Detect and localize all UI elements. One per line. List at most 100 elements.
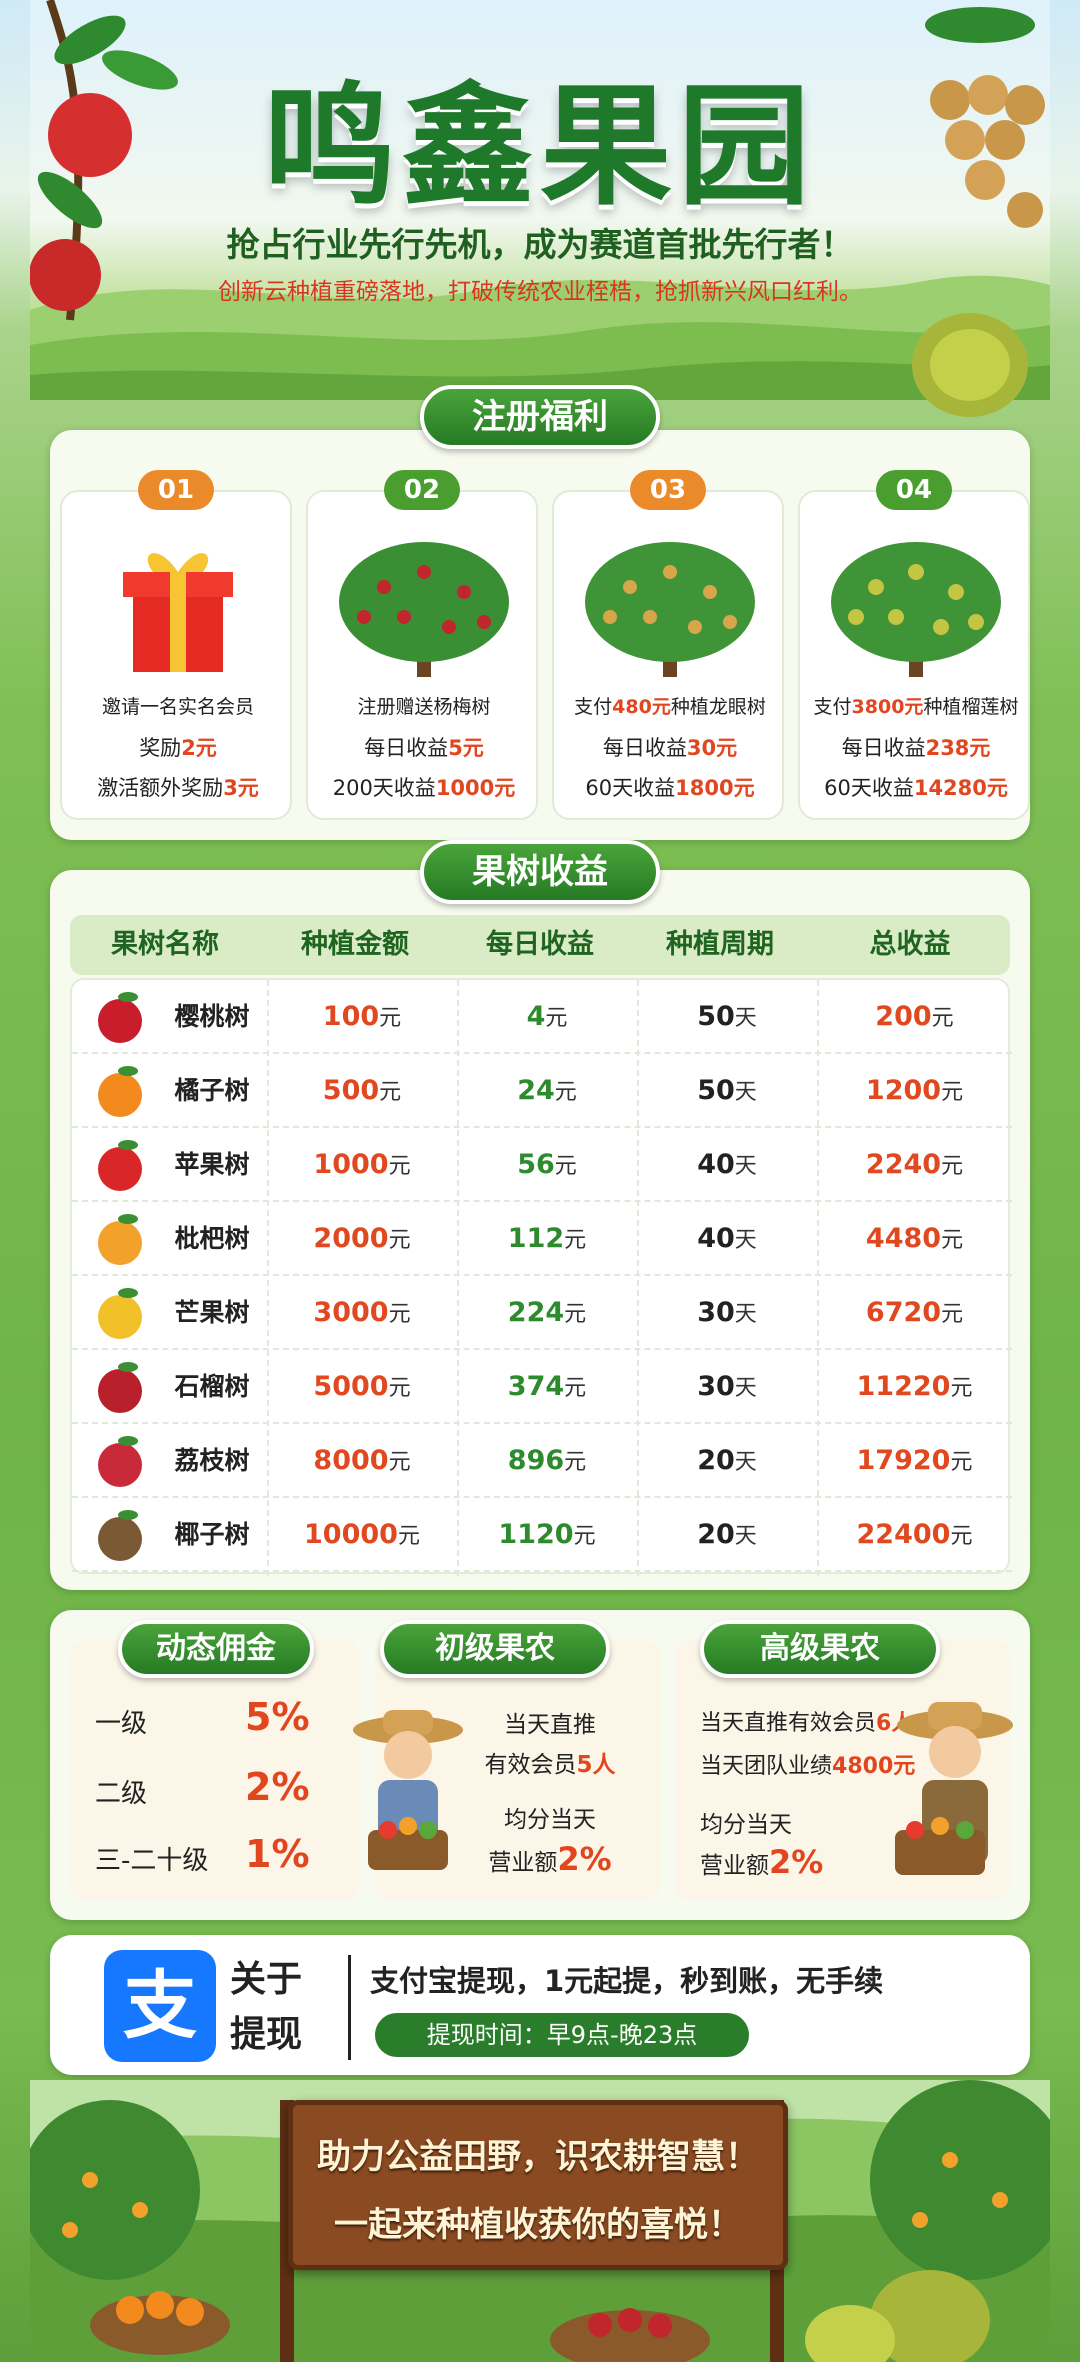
col-invest: 种植金额 xyxy=(301,929,409,960)
cycle-cell: 20天 xyxy=(697,1519,757,1550)
slogan-line-1: 助力公益田野，识农耕智慧！ xyxy=(317,2137,759,2177)
daily-cell: 1120元 xyxy=(498,1519,596,1550)
tree-name-cell: 荔枝树 xyxy=(174,1446,250,1475)
total-cell: 4480元 xyxy=(865,1223,964,1254)
total-cell: 17920元 xyxy=(856,1445,973,1476)
senior-title: 高级果农 xyxy=(700,1620,940,1678)
total-cell: 200元 xyxy=(875,1001,954,1032)
fruit-icon xyxy=(98,1436,142,1487)
daily-cell: 4元 xyxy=(526,1001,568,1032)
table-row: 芒果树 3000元 224元 30天 6720元 xyxy=(72,1276,1012,1350)
invest-cell: 10000元 xyxy=(304,1519,420,1550)
table-row: 橘子树 500元 24元 50天 1200元 xyxy=(72,1054,1012,1128)
fruit-icon xyxy=(98,1066,142,1117)
junior-line2: 有效会员5人 xyxy=(484,1752,616,1778)
tree-name-cell: 芒果树 xyxy=(174,1298,250,1327)
level1-label: 一级 xyxy=(95,1709,148,1739)
invest-cell: 8000元 xyxy=(313,1445,411,1476)
tree-name-cell: 苹果树 xyxy=(174,1150,250,1179)
junior-line3: 均分当天 xyxy=(504,1807,596,1833)
card1-number: 01 xyxy=(138,470,214,510)
tree-name-cell: 石榴树 xyxy=(174,1372,250,1401)
cycle-cell: 30天 xyxy=(697,1297,757,1328)
withdraw-label-2: 提现 xyxy=(230,2014,303,2055)
welfare-card-4: 支付3800元种植榴莲树 每日收益238元 60天收益14280元 xyxy=(798,490,1030,820)
welfare-card-1: 邀请一名实名会员 奖励2元 激活额外奖励3元 xyxy=(60,490,292,820)
table-row: 苹果树 1000元 56元 40天 2240元 xyxy=(72,1128,1012,1202)
cycle-cell: 50天 xyxy=(697,1075,757,1106)
card4-number: 04 xyxy=(876,470,952,510)
income-title: 果树收益 xyxy=(420,840,660,904)
fruit-icon xyxy=(98,1510,142,1561)
card1-line2: 奖励2元 xyxy=(139,736,217,760)
level3-value: 1% xyxy=(245,1832,310,1876)
card3-line2: 每日收益30元 xyxy=(602,736,738,760)
commission-title: 动态佣金 xyxy=(118,1620,314,1678)
slogan-line-2: 一起来种植收获你的喜悦！ xyxy=(334,2205,742,2245)
alipay-glyph: 支 xyxy=(123,1963,197,2049)
col-total: 总收益 xyxy=(869,929,951,960)
level2-value: 2% xyxy=(245,1765,310,1809)
daily-cell: 896元 xyxy=(507,1445,587,1476)
col-daily: 每日收益 xyxy=(486,929,594,960)
level1-value: 5% xyxy=(245,1695,310,1739)
col-name: 果树名称 xyxy=(111,929,219,960)
alipay-icon: 支 xyxy=(104,1950,216,2062)
invest-cell: 5000元 xyxy=(313,1371,411,1402)
junior-title: 初级果农 xyxy=(380,1620,610,1678)
tree-name-cell: 橘子树 xyxy=(174,1076,250,1105)
card1-line1: 邀请一名实名会员 xyxy=(101,696,254,718)
card2-number: 02 xyxy=(384,470,460,510)
cycle-cell: 40天 xyxy=(697,1149,757,1180)
card3-line3: 60天收益1800元 xyxy=(585,776,755,800)
income-table-body: 樱桃树 100元 4元 50天 200元 橘子树 500元 24元 50天 1200元 苹果树 100… xyxy=(70,978,1012,1576)
fruit-icon xyxy=(98,1288,142,1339)
daily-cell: 24元 xyxy=(517,1075,577,1106)
tree-name-cell: 椰子树 xyxy=(174,1520,250,1549)
fruit-icon xyxy=(98,992,142,1043)
level2-label: 二级 xyxy=(95,1779,148,1809)
cycle-cell: 30天 xyxy=(697,1371,757,1402)
bayberry-tree-icon xyxy=(339,542,509,677)
daily-cell: 374元 xyxy=(507,1371,587,1402)
income-table-header: 果树名称 种植金额 每日收益 种植周期 总收益 xyxy=(70,915,1010,975)
daily-cell: 224元 xyxy=(507,1297,587,1328)
card3-line1: 支付480元种植龙眼树 xyxy=(574,696,766,718)
cycle-cell: 40天 xyxy=(697,1223,757,1254)
senior-line1: 当天直推有效会员6人 xyxy=(700,1711,914,1736)
welfare-card-3: 支付480元种植龙眼树 每日收益30元 60天收益1800元 xyxy=(552,490,784,820)
cycle-cell: 50天 xyxy=(697,1001,757,1032)
gift-icon xyxy=(123,553,233,672)
total-cell: 2240元 xyxy=(865,1149,964,1180)
durian-tree-icon xyxy=(831,542,1001,677)
card1-line3: 激活额外奖励3元 xyxy=(97,776,259,800)
table-row: 荔枝树 8000元 896元 20天 17920元 xyxy=(72,1424,1012,1498)
withdraw-divider xyxy=(348,1955,351,2060)
lychee-branch-icon xyxy=(30,0,178,321)
longan-cluster-icon xyxy=(925,7,1045,228)
total-cell: 22400元 xyxy=(856,1519,973,1550)
withdraw-desc: 支付宝提现，1元起提，秒到账，无手续 xyxy=(370,1964,884,1998)
total-cell: 11220元 xyxy=(856,1371,973,1402)
welfare-title: 注册福利 xyxy=(420,385,660,449)
cycle-cell: 20天 xyxy=(697,1445,757,1476)
senior-line3: 均分当天 xyxy=(700,1812,792,1838)
invest-cell: 1000元 xyxy=(313,1149,411,1180)
total-cell: 1200元 xyxy=(865,1075,964,1106)
card4-line2: 每日收益238元 xyxy=(841,736,991,760)
level3-label: 三-二十级 xyxy=(95,1846,209,1876)
invest-cell: 3000元 xyxy=(313,1297,411,1328)
senior-line4: 营业额2% xyxy=(700,1843,824,1881)
longan-tree-icon xyxy=(585,542,755,677)
durian-icon xyxy=(912,313,1028,417)
table-row: 樱桃树 100元 4元 50天 200元 xyxy=(72,980,1012,1054)
card2-line3: 200天收益1000元 xyxy=(332,776,516,800)
daily-cell: 112元 xyxy=(507,1223,587,1254)
card4-line3: 60天收益14280元 xyxy=(824,776,1008,800)
invest-cell: 100元 xyxy=(322,1001,402,1032)
fruit-icon xyxy=(98,1214,142,1265)
card3-number: 03 xyxy=(630,470,706,510)
withdraw-time: 提现时间：早9点-晚23点 xyxy=(375,2013,749,2057)
table-row: 枇杷树 2000元 112元 40天 4480元 xyxy=(72,1202,1012,1276)
total-cell: 6720元 xyxy=(865,1297,964,1328)
